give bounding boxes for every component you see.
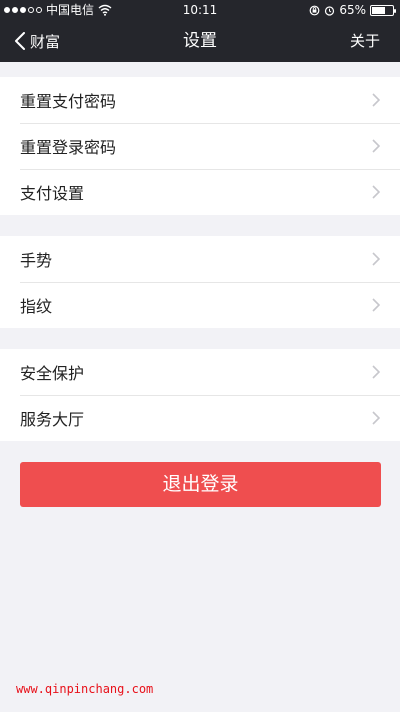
alarm-icon [325, 5, 335, 16]
row-security-protection[interactable]: 安全保护 [0, 349, 400, 395]
settings-group-unlock: 手势 指纹 [0, 236, 400, 328]
row-label: 支付设置 [20, 184, 85, 203]
battery-icon [370, 4, 396, 16]
battery-fill [372, 6, 385, 14]
page-title: 设置 [183, 31, 217, 51]
row-label: 服务大厅 [20, 410, 85, 429]
row-gesture[interactable]: 手势 [0, 236, 400, 282]
row-payment-settings[interactable]: 支付设置 [0, 169, 400, 215]
rotation-lock-icon [309, 5, 320, 15]
chevron-right-icon [372, 252, 380, 266]
status-right: 65% [309, 0, 396, 20]
chevron-right-icon [372, 185, 380, 199]
row-reset-payment-password[interactable]: 重置支付密码 [0, 77, 400, 123]
chevron-right-icon [372, 93, 380, 107]
chevron-right-icon [372, 298, 380, 312]
row-label: 指纹 [20, 297, 53, 316]
settings-screen: 中国电信 10:11 65% 财富 设置 关于 重置支付密码 重置登录密码 支付… [0, 0, 400, 712]
row-label: 安全保护 [20, 364, 85, 383]
top-bar: 中国电信 10:11 65% 财富 设置 关于 [0, 0, 400, 62]
status-bar: 中国电信 10:11 65% [0, 0, 400, 20]
about-button[interactable]: 关于 [350, 20, 380, 62]
watermark-text: www.qinpinchang.com [16, 682, 154, 696]
battery-percent: 65% [339, 3, 366, 17]
settings-group-password: 重置支付密码 重置登录密码 支付设置 [0, 77, 400, 215]
row-label: 重置登录密码 [20, 138, 117, 157]
logout-button[interactable]: 退出登录 [20, 462, 381, 507]
chevron-right-icon [372, 139, 380, 153]
chevron-right-icon [372, 365, 380, 379]
row-fingerprint[interactable]: 指纹 [0, 282, 400, 328]
navigation-bar: 财富 设置 关于 [0, 20, 400, 62]
row-label: 重置支付密码 [20, 92, 117, 111]
row-reset-login-password[interactable]: 重置登录密码 [0, 123, 400, 169]
row-label: 手势 [20, 251, 53, 270]
row-service-hall[interactable]: 服务大厅 [0, 395, 400, 441]
chevron-right-icon [372, 411, 380, 425]
settings-group-security: 安全保护 服务大厅 [0, 349, 400, 441]
